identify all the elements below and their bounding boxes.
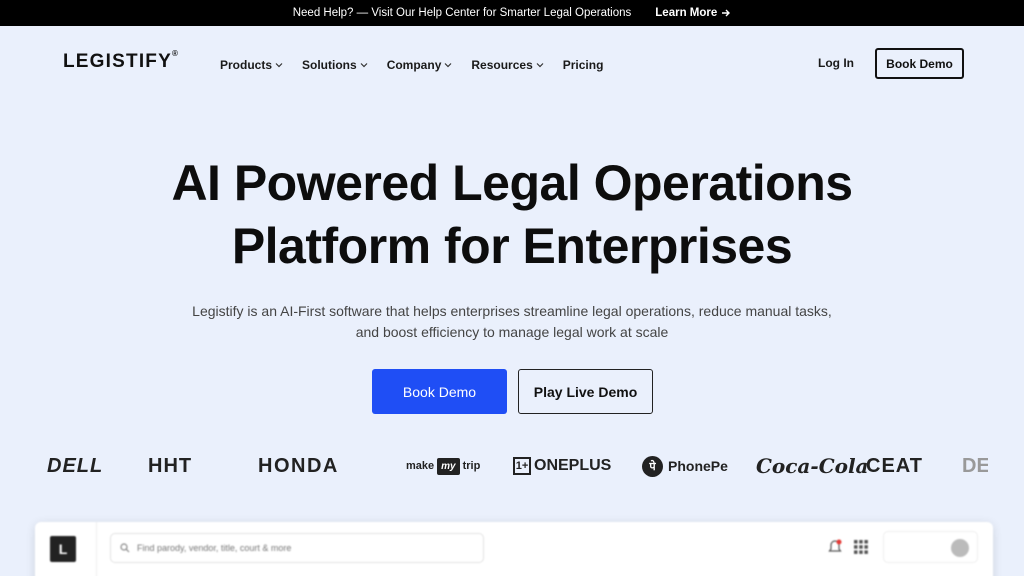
- phonepe-logo: पे PhonePe: [642, 448, 728, 484]
- legistify-logo[interactable]: LEGISTIFY®: [63, 48, 178, 73]
- makemytrip-make: make: [406, 460, 435, 472]
- app-preview-window: L: [35, 522, 993, 576]
- nav-item-products[interactable]: Products: [220, 57, 283, 72]
- partial-logo: DE: [962, 454, 988, 477]
- nav-item-resources[interactable]: Resources: [471, 57, 544, 72]
- profile-menu[interactable]: [883, 531, 978, 563]
- bell-icon[interactable]: [828, 539, 842, 555]
- makemytrip-my: my: [437, 457, 460, 475]
- app-search-input[interactable]: [137, 543, 457, 553]
- makemytrip-logo: make my trip: [406, 448, 480, 484]
- app-sidebar: L: [35, 522, 97, 576]
- hero-subtitle-line: Legistify is an AI-First software that h…: [192, 303, 832, 319]
- oneplus-logo: 1+ ONEPLUS: [513, 448, 611, 484]
- app-logo: L: [50, 536, 76, 562]
- learn-more-link[interactable]: Learn More: [655, 7, 731, 19]
- announcement-bar: Need Help? — Visit Our Help Center for S…: [0, 0, 1024, 26]
- cocacola-logo: Coca-Cola: [756, 454, 869, 478]
- nav-item-label: Company: [386, 57, 442, 72]
- hero-title-line: Platform for Enterprises: [231, 218, 793, 274]
- hero-subtitle-line: and boost efficiency to manage legal wor…: [355, 324, 669, 340]
- nav-item-pricing[interactable]: Pricing: [563, 58, 604, 72]
- oneplus-text: ONEPLUS: [534, 457, 612, 474]
- registered-mark: ®: [171, 48, 178, 58]
- phonepe-text: PhonePe: [668, 458, 728, 474]
- nav-item-label: Products: [220, 57, 273, 72]
- nav-item-label: Solutions: [302, 57, 357, 72]
- hht-logo: HHT: [148, 454, 193, 477]
- login-link[interactable]: Log In: [818, 56, 854, 70]
- nav-menu: Products Solutions Company Resources Pri…: [220, 57, 604, 73]
- hero-subtitle: Legistify is an AI-First software that h…: [0, 301, 1024, 343]
- logo-text: LEGISTIFY: [63, 51, 172, 72]
- avatar: [951, 539, 969, 557]
- hero-title-line: AI Powered Legal Operations: [171, 155, 853, 211]
- hero-book-demo-button[interactable]: Book Demo: [372, 369, 507, 414]
- phonepe-icon: पे: [642, 455, 663, 477]
- main-nav: LEGISTIFY® Products Solutions Company Re…: [0, 26, 1024, 102]
- chevron-down-icon: [536, 62, 544, 67]
- client-logo-strip: DELL HHT HONDA make my trip 1+ ONEPLUS प…: [0, 448, 1024, 484]
- chevron-down-icon: [275, 62, 283, 67]
- hero-title: AI Powered Legal Operations Platform for…: [0, 152, 1024, 278]
- nav-item-solutions[interactable]: Solutions: [302, 57, 368, 72]
- nav-item-label: Pricing: [562, 58, 604, 72]
- nav-item-company[interactable]: Company: [387, 57, 453, 72]
- ceat-logo: CEAT: [866, 454, 923, 477]
- oneplus-icon: 1+: [513, 457, 531, 475]
- arrow-right-icon: [722, 9, 731, 17]
- chevron-down-icon: [360, 62, 368, 67]
- chevron-down-icon: [444, 62, 452, 67]
- learn-more-label: Learn More: [655, 7, 718, 19]
- makemytrip-trip: trip: [462, 460, 481, 472]
- nav-book-demo-button[interactable]: Book Demo: [875, 48, 964, 79]
- grid-icon[interactable]: [853, 539, 869, 555]
- nav-item-label: Resources: [471, 57, 533, 72]
- play-live-demo-button[interactable]: Play Live Demo: [518, 369, 653, 414]
- help-text: Need Help? — Visit Our Help Center for S…: [292, 7, 632, 19]
- honda-logo: HONDA: [258, 454, 339, 477]
- app-search-bar[interactable]: [110, 533, 484, 563]
- search-icon: [120, 543, 130, 553]
- dell-logo: DELL: [47, 454, 104, 477]
